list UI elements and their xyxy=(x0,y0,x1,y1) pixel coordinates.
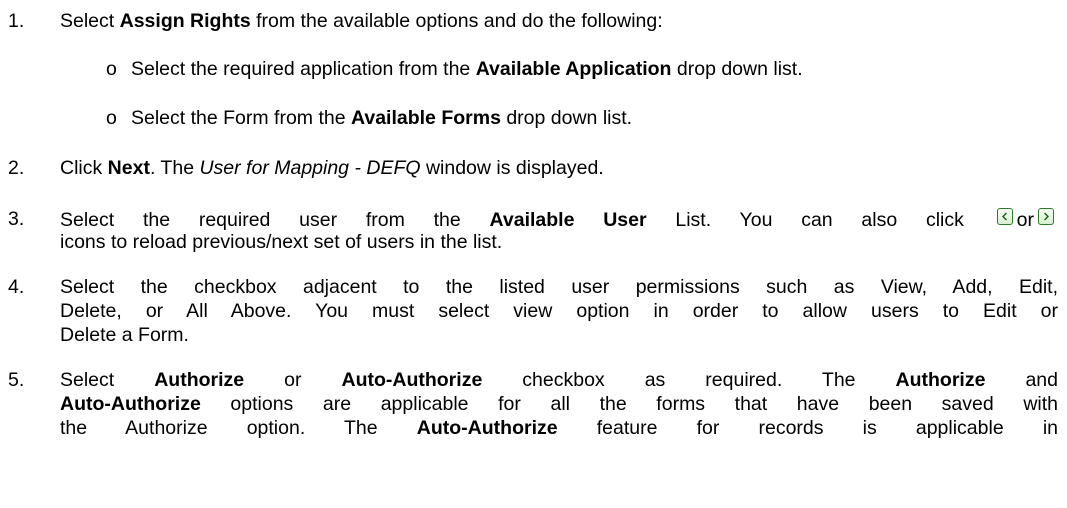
next-page-icon[interactable] xyxy=(1038,208,1055,225)
step-text: Click Next. The User for Mapping - DEFQ … xyxy=(60,157,604,179)
step-number: 4. xyxy=(8,276,25,298)
step-text: Select Assign Rights from the available … xyxy=(60,10,663,32)
step-number: 5. xyxy=(8,369,25,391)
bullet-marker: o xyxy=(106,107,117,129)
step-text-line: Delete a Form. xyxy=(60,324,189,346)
step-text-line: Select the checkbox adjacent to the list… xyxy=(60,276,1058,298)
step-number: 1. xyxy=(8,10,25,32)
step-text-line: Auto-Authorize options are applicable fo… xyxy=(60,393,1058,415)
step-text-line: Select the required user from the Availa… xyxy=(60,208,1058,232)
bullet-marker: o xyxy=(106,58,117,80)
step-text-line: icons to reload previous/next set of use… xyxy=(60,231,503,253)
step-number: 3. xyxy=(8,208,25,230)
previous-page-icon[interactable] xyxy=(996,208,1013,225)
step-text-line: the Authorize option. The Auto-Authorize… xyxy=(60,417,1058,439)
step-text-line: Delete, or All Above. You must select vi… xyxy=(60,300,1058,322)
substep-text: Select the Form from the Available Forms… xyxy=(131,107,633,129)
step-number: 2. xyxy=(8,157,25,179)
step-text-line: Select Authorize or Auto-Authorize check… xyxy=(60,369,1058,391)
document-page: 1. Select Assign Rights from the availab… xyxy=(0,0,1067,508)
substep-text: Select the required application from the… xyxy=(131,58,803,80)
